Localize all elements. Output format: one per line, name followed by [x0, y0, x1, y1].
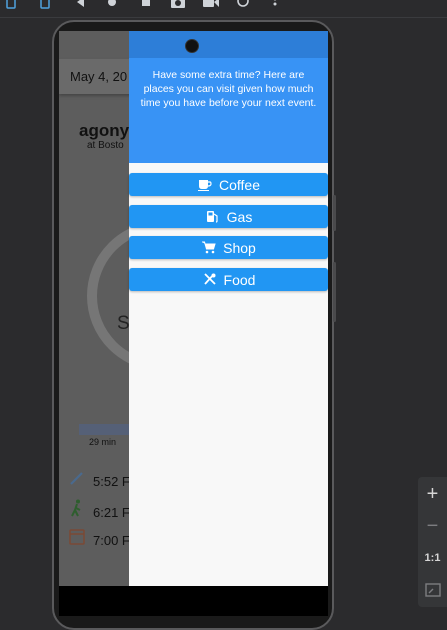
power-button[interactable]	[333, 262, 336, 322]
gas-button[interactable]: Gas	[129, 205, 328, 228]
timeline-time: 6:21 F	[93, 505, 130, 520]
timeline-row: 5:52 F	[67, 470, 130, 492]
status-bar	[129, 31, 328, 58]
travel-duration-label: 29 min	[89, 437, 117, 447]
zoom-out-button[interactable]: −	[418, 515, 447, 538]
coffee-button[interactable]: Coffee	[129, 173, 328, 196]
gas-station-icon	[205, 210, 221, 224]
walking-icon	[67, 499, 87, 520]
replay-icon[interactable]	[236, 0, 250, 10]
gas-label: Gas	[226, 208, 253, 225]
rotate-left-icon[interactable]	[4, 0, 18, 10]
screenshot-icon[interactable]	[170, 0, 186, 10]
panel-message: Have some extra time? Here are places yo…	[140, 69, 317, 109]
zoom-in-button[interactable]: +	[418, 483, 447, 506]
event-title: agony	[79, 121, 130, 140]
overview-icon[interactable]	[140, 0, 152, 10]
date-label: May 4, 20	[70, 69, 128, 84]
camera-record-icon[interactable]	[202, 0, 220, 10]
shop-label: Shop	[223, 239, 256, 256]
food-button[interactable]: Food	[129, 268, 328, 291]
toolbar-divider	[0, 17, 447, 18]
navigation-bar	[59, 586, 328, 616]
home-icon[interactable]	[106, 0, 118, 10]
fit-screen-icon[interactable]	[418, 583, 447, 602]
pen-icon	[67, 470, 87, 489]
front-camera-icon	[185, 39, 199, 53]
calendar-icon	[67, 527, 87, 548]
extra-time-panel: Have some extra time? Here are places yo…	[129, 31, 328, 586]
back-icon[interactable]	[74, 0, 86, 10]
shopping-cart-icon	[201, 241, 217, 255]
timeline-row: 6:21 F	[67, 499, 130, 521]
event-location: at Bosto	[87, 140, 124, 151]
countdown-text: S	[117, 313, 130, 334]
timeline-time: 7:00 F	[93, 533, 130, 548]
panel-header: Have some extra time? Here are places yo…	[129, 31, 328, 163]
volume-button[interactable]	[333, 195, 336, 231]
coffee-icon	[197, 178, 213, 192]
timeline-row: 7:00 F	[67, 527, 130, 549]
actual-size-button[interactable]: 1:1	[418, 552, 447, 564]
emulator-toolbar	[0, 0, 447, 18]
more-vert-icon[interactable]	[272, 0, 278, 10]
rotate-right-icon[interactable]	[38, 0, 52, 10]
shop-button[interactable]: Shop	[129, 236, 328, 259]
timeline-time: 5:52 F	[93, 474, 130, 489]
restaurant-icon	[202, 273, 218, 287]
food-label: Food	[223, 271, 256, 288]
coffee-label: Coffee	[219, 176, 260, 193]
device-screen: May 4, 20 agony at Bosto S 29 min 5:52 F…	[59, 31, 328, 616]
emulator-zoom-controls: + − 1:1	[418, 477, 447, 607]
